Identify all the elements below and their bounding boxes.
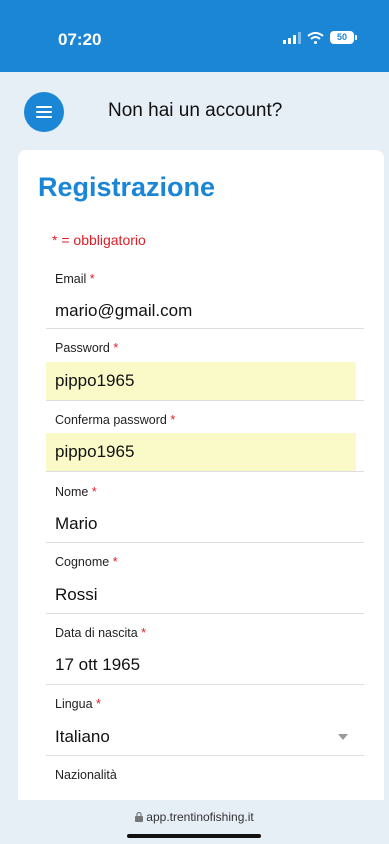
signal-icon (283, 31, 301, 44)
email-field[interactable]: mario@gmail.com (55, 301, 192, 321)
required-marker: * (141, 626, 147, 640)
status-icons: 50 (283, 31, 357, 44)
chevron-down-icon[interactable] (338, 734, 348, 740)
password-divider (46, 400, 364, 401)
language-divider (46, 755, 364, 756)
email-divider (46, 328, 364, 329)
required-marker: * (170, 413, 176, 427)
first-name-label: Nome * (55, 485, 97, 499)
menu-button[interactable] (24, 92, 64, 132)
email-label: Email * (55, 272, 95, 286)
language-select[interactable]: Italiano (55, 727, 110, 747)
birth-date-divider (46, 684, 364, 685)
first-name-divider (46, 542, 364, 543)
required-marker: * (91, 485, 97, 499)
confirm-password-field[interactable]: pippo1965 (55, 442, 134, 462)
home-indicator (127, 834, 261, 838)
wifi-icon (307, 31, 324, 44)
required-marker: * (96, 697, 101, 711)
nationality-label: Nazionalità (55, 768, 117, 782)
page-title: Registrazione (38, 172, 216, 202)
url-bar[interactable]: app.trentinofishing.it (0, 810, 389, 824)
battery-level: 50 (330, 31, 354, 44)
first-name-field[interactable]: Mario (55, 514, 98, 534)
birth-date-label: Data di nascita * (55, 626, 147, 640)
confirm-password-label: Conferma password * (55, 413, 176, 427)
header-title: Non hai un account? (108, 100, 283, 121)
last-name-field[interactable]: Rossi (55, 585, 98, 605)
language-label: Lingua * (55, 697, 101, 711)
last-name-label: Cognome * (55, 555, 118, 569)
password-label: Password * (55, 341, 119, 355)
lock-icon (135, 811, 144, 822)
required-marker: * (113, 341, 119, 355)
required-marker: * (89, 272, 95, 286)
phone-screen: 07:20 50 Non hai un account? Registrazio… (0, 0, 389, 844)
last-name-divider (46, 613, 364, 614)
password-field[interactable]: pippo1965 (55, 371, 134, 391)
app-header: Non hai un account? (0, 72, 389, 150)
required-marker: * (112, 555, 118, 569)
required-note: * = obbligatorio (52, 232, 146, 248)
status-time: 07:20 (58, 30, 102, 49)
confirm-password-divider (46, 471, 364, 472)
hamburger-icon (36, 106, 52, 118)
status-bar: 07:20 50 (0, 0, 389, 72)
url-text: app.trentinofishing.it (146, 810, 254, 824)
battery-icon: 50 (330, 31, 357, 44)
birth-date-field[interactable]: 17 ott 1965 (55, 655, 140, 675)
